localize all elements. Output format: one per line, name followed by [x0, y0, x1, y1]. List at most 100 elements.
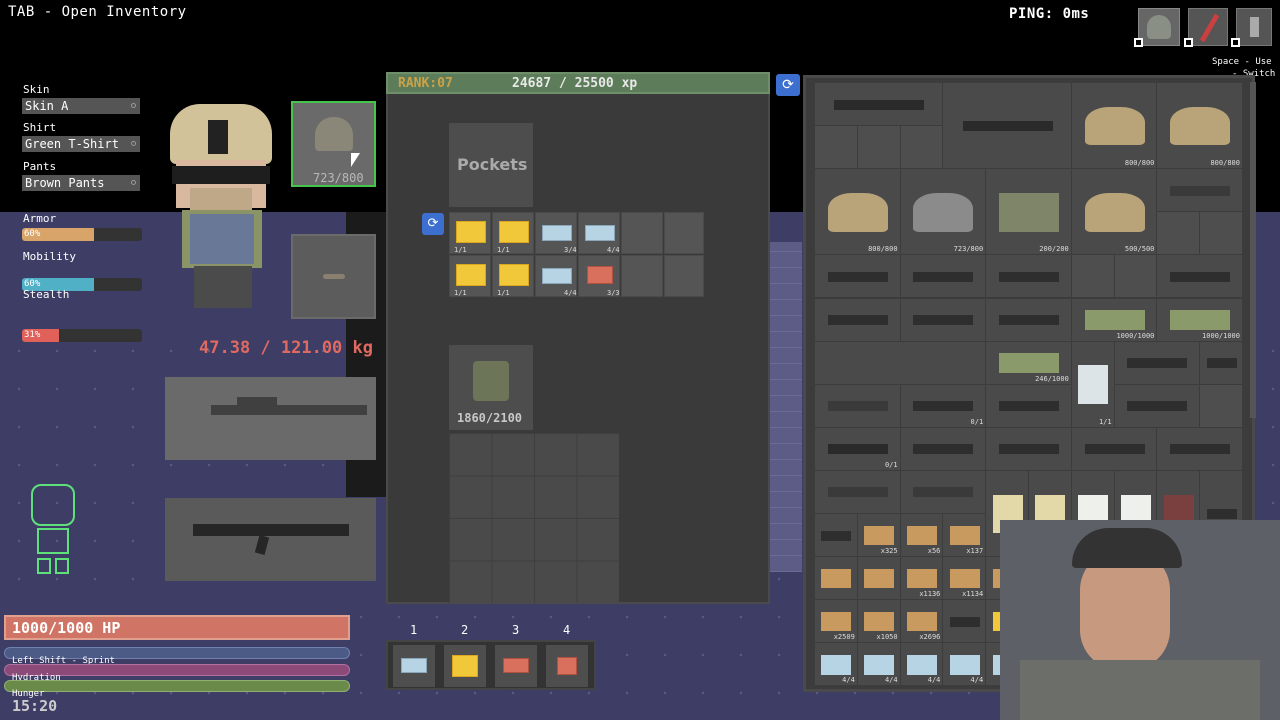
pocket-cell[interactable]: 1/1 [449, 212, 491, 254]
pocket-cell[interactable]: 4/4 [535, 255, 577, 297]
stash-item[interactable]: 200/200 [986, 169, 1071, 255]
stash-cell[interactable] [1114, 255, 1157, 298]
weapon-part-icon [827, 315, 888, 326]
stash-item[interactable] [1157, 427, 1242, 470]
stash-item[interactable] [857, 557, 900, 600]
stash-item[interactable]: 4/4 [857, 643, 900, 686]
stash-cell[interactable] [1200, 384, 1242, 427]
dropdown-dot-icon [131, 103, 136, 108]
stash-cell[interactable] [857, 126, 900, 169]
rig-equip-slot[interactable]: 1860/2100 [449, 345, 533, 430]
stash-item[interactable] [986, 427, 1071, 470]
face-equip-slot[interactable] [291, 234, 376, 319]
stash-item[interactable] [815, 341, 986, 384]
stash-item[interactable] [943, 83, 1071, 169]
stash-item[interactable] [1071, 427, 1157, 470]
stash-cell[interactable] [1200, 212, 1242, 255]
skin-dropdown[interactable]: Skin A [22, 98, 140, 114]
pocket-cell[interactable] [621, 212, 663, 254]
medkit-item-icon [503, 658, 529, 673]
hotbar-slot-3[interactable] [495, 645, 537, 687]
stash-item[interactable] [1200, 341, 1242, 384]
stash-item[interactable] [986, 298, 1071, 341]
pocket-cell[interactable] [621, 255, 663, 297]
tape-item-icon [456, 221, 486, 243]
stash-cell[interactable] [1157, 212, 1200, 255]
hotbar-slot-2[interactable] [444, 645, 486, 687]
stash-cell[interactable] [815, 126, 857, 169]
stash-item[interactable]: x1134 [943, 557, 986, 600]
stash-item[interactable]: 1000/1000 [1071, 298, 1157, 341]
stash-cell[interactable] [900, 126, 943, 169]
stash-item[interactable]: x137 [943, 514, 986, 557]
stash-item[interactable]: 246/1000 [986, 341, 1071, 384]
hotbar-slot-1[interactable] [393, 645, 435, 687]
stash-item[interactable] [986, 384, 1071, 427]
stash-item[interactable]: x2509 [815, 600, 857, 643]
stash-item[interactable] [815, 384, 900, 427]
pocket-cell[interactable]: 3/4 [535, 212, 577, 254]
stash-item[interactable]: 0/1 [815, 427, 900, 470]
stash-item[interactable]: x1136 [900, 557, 943, 600]
pocket-cell[interactable]: 3/3 [578, 255, 620, 297]
stash-item[interactable] [815, 298, 900, 341]
stash-item[interactable] [815, 514, 857, 557]
stash-item[interactable]: x1050 [857, 600, 900, 643]
pants-dropdown[interactable]: Brown Pants [22, 175, 140, 191]
pocket-cell[interactable] [664, 212, 704, 254]
shirt-dropdown[interactable]: Green T-Shirt [22, 136, 140, 152]
stash-item[interactable] [900, 298, 986, 341]
stash-item[interactable] [1114, 384, 1200, 427]
stash-item[interactable] [1157, 169, 1242, 212]
stash-item[interactable] [900, 470, 986, 513]
stash-item[interactable] [815, 470, 900, 513]
stash-item[interactable]: 0/1 [900, 384, 986, 427]
stash-scrollbar[interactable] [1250, 82, 1256, 418]
stash-item[interactable]: 1000/1000 [1157, 298, 1242, 341]
pocket-cell[interactable]: 1/1 [492, 255, 534, 297]
stash-item[interactable] [900, 427, 986, 470]
primary-weapon-slot[interactable] [165, 377, 376, 460]
stash-item[interactable]: 4/4 [815, 643, 857, 686]
sort-button[interactable]: ⟳ [422, 213, 444, 235]
stash-item[interactable]: x2696 [900, 600, 943, 643]
stash-item[interactable] [900, 255, 986, 298]
pocket-cell[interactable]: 1/1 [449, 255, 491, 297]
stash-item[interactable] [1114, 341, 1200, 384]
stash-item[interactable] [815, 557, 857, 600]
stash-item[interactable]: 4/4 [900, 643, 943, 686]
weapon-part-icon [827, 271, 888, 282]
item-count: 4/4 [607, 246, 620, 254]
stash-item[interactable]: 800/800 [815, 169, 900, 255]
secondary-weapon-slot[interactable] [165, 498, 376, 581]
rifle-icon [827, 444, 888, 455]
rig-durability: 1860/2100 [457, 411, 523, 425]
quick-slot-device[interactable] [1236, 8, 1272, 46]
chest-rig-icon [473, 361, 509, 401]
stash-item[interactable]: 723/800 [900, 169, 986, 255]
stash-item[interactable] [815, 83, 943, 126]
stash-item[interactable]: 1/1 [1071, 341, 1114, 427]
stash-item[interactable]: 800/800 [1071, 83, 1157, 169]
stash-cell[interactable] [1071, 255, 1114, 298]
stash-item[interactable] [943, 600, 986, 643]
stash-item[interactable]: x56 [900, 514, 943, 557]
stash-item[interactable] [986, 255, 1071, 298]
stash-item[interactable]: x325 [857, 514, 900, 557]
use-hint: Space - Use [1212, 57, 1272, 67]
stash-item[interactable]: 800/800 [1157, 83, 1242, 169]
armor-value: 60% [24, 229, 41, 239]
refresh-button[interactable]: ⟳ [776, 74, 800, 96]
stash-item[interactable] [815, 255, 900, 298]
stash-item-count: 723/800 [953, 245, 984, 254]
stash-item[interactable]: 500/500 [1071, 169, 1157, 255]
pocket-cell[interactable]: 1/1 [492, 212, 534, 254]
pocket-cell[interactable] [664, 255, 704, 297]
stash-item[interactable]: 4/4 [943, 643, 986, 686]
quick-slot-helmet[interactable] [1138, 8, 1180, 46]
helmet-equip-slot[interactable]: 723/800 [291, 101, 376, 187]
pocket-cell[interactable]: 4/4 [578, 212, 620, 254]
stash-item[interactable] [1157, 255, 1242, 298]
quick-slot-knife[interactable] [1188, 8, 1228, 46]
hotbar-slot-4[interactable] [546, 645, 588, 687]
